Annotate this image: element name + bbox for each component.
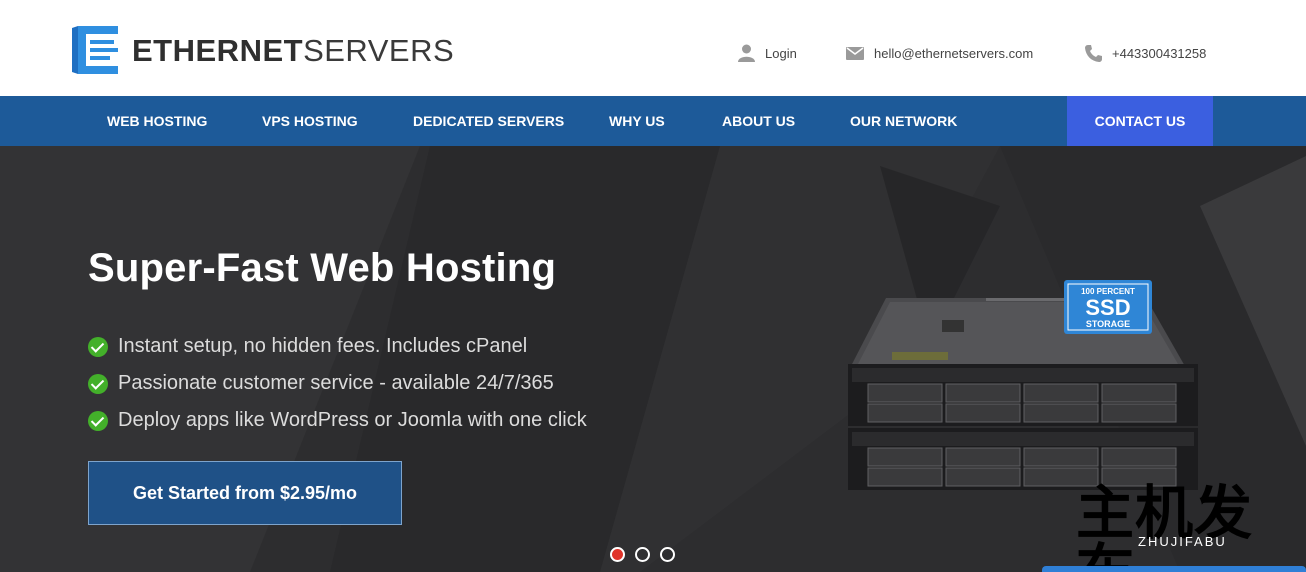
- feature-list: Instant setup, no hidden fees. Includes …: [88, 328, 587, 439]
- nav-item-web-hosting[interactable]: WEB HOSTING: [107, 96, 207, 146]
- server-rack-image: 100 PERCENT SSD STORAGE: [848, 280, 1198, 490]
- nav-item-vps-hosting[interactable]: VPS HOSTING: [262, 96, 358, 146]
- logo-text-bold: ETHERNET: [132, 32, 304, 68]
- ssd-badge-icon: 100 PERCENT SSD STORAGE: [1064, 280, 1152, 334]
- watermark-en: ZHUJIFABU: [1138, 534, 1227, 549]
- site-header: ETHERNETSERVERS Login hello@ethernetserv…: [0, 0, 1306, 96]
- feature-item: Instant setup, no hidden fees. Includes …: [88, 328, 587, 365]
- feature-item: Passionate customer service - available …: [88, 365, 587, 402]
- main-nav: WEB HOSTING VPS HOSTING DEDICATED SERVER…: [0, 96, 1306, 146]
- login-label: Login: [765, 45, 797, 61]
- check-icon: [88, 336, 108, 357]
- nav-item-why-us[interactable]: WHY US: [609, 96, 665, 146]
- email-link[interactable]: hello@ethernetservers.com: [846, 46, 1033, 61]
- nav-item-dedicated-servers[interactable]: DEDICATED SERVERS: [413, 96, 564, 146]
- check-icon: [88, 410, 108, 431]
- phone-link[interactable]: +443300431258: [1085, 44, 1207, 62]
- contact-us-button[interactable]: CONTACT US: [1067, 96, 1213, 146]
- nav-item-about-us[interactable]: ABOUT US: [722, 96, 795, 146]
- logo-text-light: SERVERS: [303, 32, 455, 68]
- login-link[interactable]: Login: [738, 44, 797, 62]
- slider-dot[interactable]: [660, 547, 675, 562]
- hero-title: Super-Fast Web Hosting: [88, 246, 557, 290]
- phone-label: +443300431258: [1112, 45, 1207, 61]
- logo[interactable]: ETHERNETSERVERS: [72, 22, 454, 78]
- slider-dot[interactable]: [610, 547, 625, 562]
- watermark-cn: 主机发布: [1076, 479, 1254, 572]
- ssd-badge-main: SSD: [1085, 295, 1130, 320]
- logo-icon: [72, 22, 122, 78]
- logo-text: ETHERNETSERVERS: [132, 35, 454, 66]
- nav-item-our-network[interactable]: OUR NETWORK: [850, 96, 957, 146]
- check-icon: [88, 373, 108, 394]
- chat-tab[interactable]: [1042, 566, 1306, 572]
- envelope-icon: [846, 46, 864, 60]
- watermark: 主机发布 ZHUJIFABU: [1076, 484, 1306, 572]
- get-started-button[interactable]: Get Started from $2.95/mo: [88, 461, 402, 525]
- phone-icon: [1085, 44, 1102, 62]
- feature-text: Deploy apps like WordPress or Joomla wit…: [118, 409, 587, 431]
- user-icon: [738, 44, 755, 62]
- slider-dots: [610, 547, 685, 562]
- feature-text: Instant setup, no hidden fees. Includes …: [118, 335, 528, 357]
- ssd-badge-bottom: STORAGE: [1086, 319, 1130, 329]
- slider-dot[interactable]: [635, 547, 650, 562]
- email-label: hello@ethernetservers.com: [874, 45, 1034, 61]
- feature-text: Passionate customer service - available …: [118, 372, 554, 394]
- feature-item: Deploy apps like WordPress or Joomla wit…: [88, 402, 587, 439]
- hero-slider: Super-Fast Web Hosting Instant setup, no…: [0, 146, 1306, 572]
